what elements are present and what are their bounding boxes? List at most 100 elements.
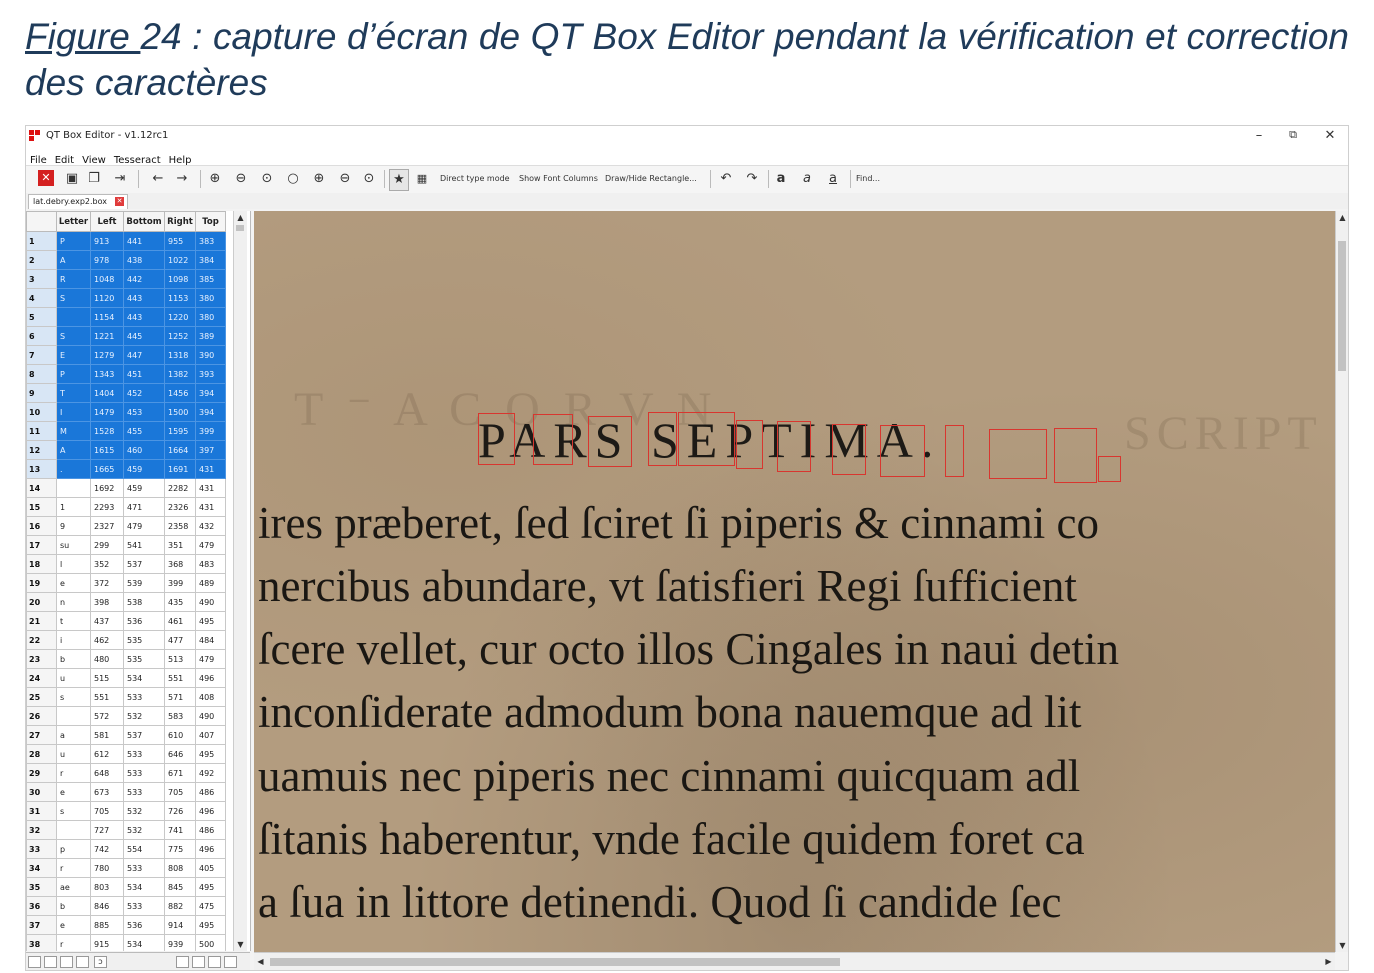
- table-row[interactable]: 13. 1665 459 1691 431: [26, 459, 226, 479]
- exit-icon[interactable]: ⇥: [112, 169, 128, 189]
- glyph-box[interactable]: [478, 413, 515, 465]
- letter-cell[interactable]: P: [56, 364, 91, 384]
- top-cell[interactable]: 399: [195, 421, 226, 441]
- bottom-cell[interactable]: 534: [123, 877, 165, 897]
- row-number[interactable]: 12: [26, 440, 57, 460]
- top-cell[interactable]: 496: [195, 668, 226, 688]
- glyph-box[interactable]: [880, 425, 925, 477]
- right-cell[interactable]: 1022: [164, 250, 196, 270]
- letter-cell[interactable]: [56, 820, 91, 840]
- top-cell[interactable]: 390: [195, 345, 226, 365]
- left-cell[interactable]: 2293: [90, 497, 124, 517]
- right-cell[interactable]: 882: [164, 896, 196, 916]
- bottom-cell[interactable]: 452: [123, 383, 165, 403]
- left-cell[interactable]: 1615: [90, 440, 124, 460]
- right-cell[interactable]: 1595: [164, 421, 196, 441]
- bottom-cell[interactable]: 443: [123, 307, 165, 327]
- right-cell[interactable]: 939: [164, 934, 196, 951]
- row-number[interactable]: 4: [26, 288, 57, 308]
- scroll-down-icon[interactable]: ▼: [234, 938, 247, 951]
- top-cell[interactable]: 408: [195, 687, 226, 707]
- bottom-cell[interactable]: 537: [123, 554, 165, 574]
- left-cell[interactable]: 648: [90, 763, 124, 783]
- table-row[interactable]: 31 s 705 532 726 496: [26, 801, 226, 821]
- left-cell[interactable]: 515: [90, 668, 124, 688]
- right-cell[interactable]: 399: [164, 573, 196, 593]
- tab-close-icon[interactable]: ✕: [115, 197, 124, 206]
- table-row[interactable]: 29 r 648 533 671 492: [26, 763, 226, 783]
- bottom-cell[interactable]: 451: [123, 364, 165, 384]
- top-cell[interactable]: 484: [195, 630, 226, 650]
- bottom-cell[interactable]: 447: [123, 345, 165, 365]
- left-cell[interactable]: 437: [90, 611, 124, 631]
- top-cell[interactable]: 431: [195, 459, 226, 479]
- row-number[interactable]: 27: [26, 725, 57, 745]
- left-cell[interactable]: 913: [90, 231, 124, 251]
- open-file-icon[interactable]: ❐: [86, 169, 102, 189]
- row-number[interactable]: 7: [26, 345, 57, 365]
- table-row[interactable]: 33 p 742 554 775 496: [26, 839, 226, 859]
- zoom-original-icon[interactable]: ⊙: [258, 169, 276, 189]
- letter-cell[interactable]: R: [56, 269, 91, 289]
- zoom-width-icon[interactable]: ⊕: [310, 169, 328, 189]
- right-cell[interactable]: 513: [164, 649, 196, 669]
- row-number[interactable]: 16: [26, 516, 57, 536]
- top-cell[interactable]: 393: [195, 364, 226, 384]
- row-number[interactable]: 5: [26, 307, 57, 327]
- letter-cell[interactable]: P: [56, 231, 91, 251]
- close-window-button[interactable]: ✕: [1315, 128, 1345, 143]
- row-number[interactable]: 37: [26, 915, 57, 935]
- glyph-box[interactable]: [588, 416, 632, 467]
- next-icon[interactable]: →: [174, 169, 190, 189]
- save-icon[interactable]: ▣: [64, 169, 80, 189]
- show-font-columns-button[interactable]: Show Font Columns: [519, 169, 598, 189]
- close-file-icon[interactable]: ✕: [38, 170, 54, 186]
- left-cell[interactable]: 803: [90, 877, 124, 897]
- letter-cell[interactable]: T: [56, 383, 91, 403]
- top-cell[interactable]: 431: [195, 497, 226, 517]
- row-number[interactable]: 3: [26, 269, 57, 289]
- left-cell[interactable]: 915: [90, 934, 124, 951]
- zoom-selection-icon[interactable]: ⊙: [360, 169, 378, 189]
- left-cell[interactable]: 705: [90, 801, 124, 821]
- letter-cell[interactable]: M: [56, 421, 91, 441]
- row-number[interactable]: 33: [26, 839, 57, 859]
- table-row[interactable]: 35 ae 803 534 845 495: [26, 877, 226, 897]
- top-cell[interactable]: 389: [195, 326, 226, 346]
- redo-icon[interactable]: ↷: [744, 169, 760, 189]
- table-row[interactable]: 19 e 372 539 399 489: [26, 573, 226, 593]
- right-cell[interactable]: 1098: [164, 269, 196, 289]
- left-cell[interactable]: 1120: [90, 288, 124, 308]
- glyph-box[interactable]: [777, 421, 811, 472]
- right-cell[interactable]: 1382: [164, 364, 196, 384]
- bottom-cell[interactable]: 541: [123, 535, 165, 555]
- right-cell[interactable]: 741: [164, 820, 196, 840]
- star-icon[interactable]: ★: [389, 169, 409, 191]
- letter-cell[interactable]: su: [56, 535, 91, 555]
- letter-cell[interactable]: e: [56, 782, 91, 802]
- letter-cell[interactable]: 1: [56, 497, 91, 517]
- row-number[interactable]: 10: [26, 402, 57, 422]
- row-number[interactable]: 22: [26, 630, 57, 650]
- glyph-box[interactable]: [736, 420, 763, 469]
- row-number[interactable]: 31: [26, 801, 57, 821]
- bottom-cell[interactable]: 532: [123, 801, 165, 821]
- zoom-height-icon[interactable]: ⊖: [336, 169, 354, 189]
- glyph-box[interactable]: [1054, 428, 1097, 483]
- bottom-cell[interactable]: 453: [123, 402, 165, 422]
- glyph-box[interactable]: [648, 412, 677, 466]
- right-cell[interactable]: 2358: [164, 516, 196, 536]
- right-cell[interactable]: 477: [164, 630, 196, 650]
- letter-cell[interactable]: s: [56, 687, 91, 707]
- top-cell[interactable]: 490: [195, 706, 226, 726]
- top-cell[interactable]: 475: [195, 896, 226, 916]
- top-cell[interactable]: 489: [195, 573, 226, 593]
- top-cell[interactable]: 394: [195, 383, 226, 403]
- right-cell[interactable]: 1153: [164, 288, 196, 308]
- scroll-left-icon[interactable]: ◀: [254, 955, 267, 968]
- right-cell[interactable]: 435: [164, 592, 196, 612]
- table-row[interactable]: 11 M 1528 455 1595 399: [26, 421, 226, 441]
- right-cell[interactable]: 808: [164, 858, 196, 878]
- status-button[interactable]: [44, 956, 57, 968]
- image-vertical-scrollbar[interactable]: ▲ ▼: [1335, 211, 1348, 952]
